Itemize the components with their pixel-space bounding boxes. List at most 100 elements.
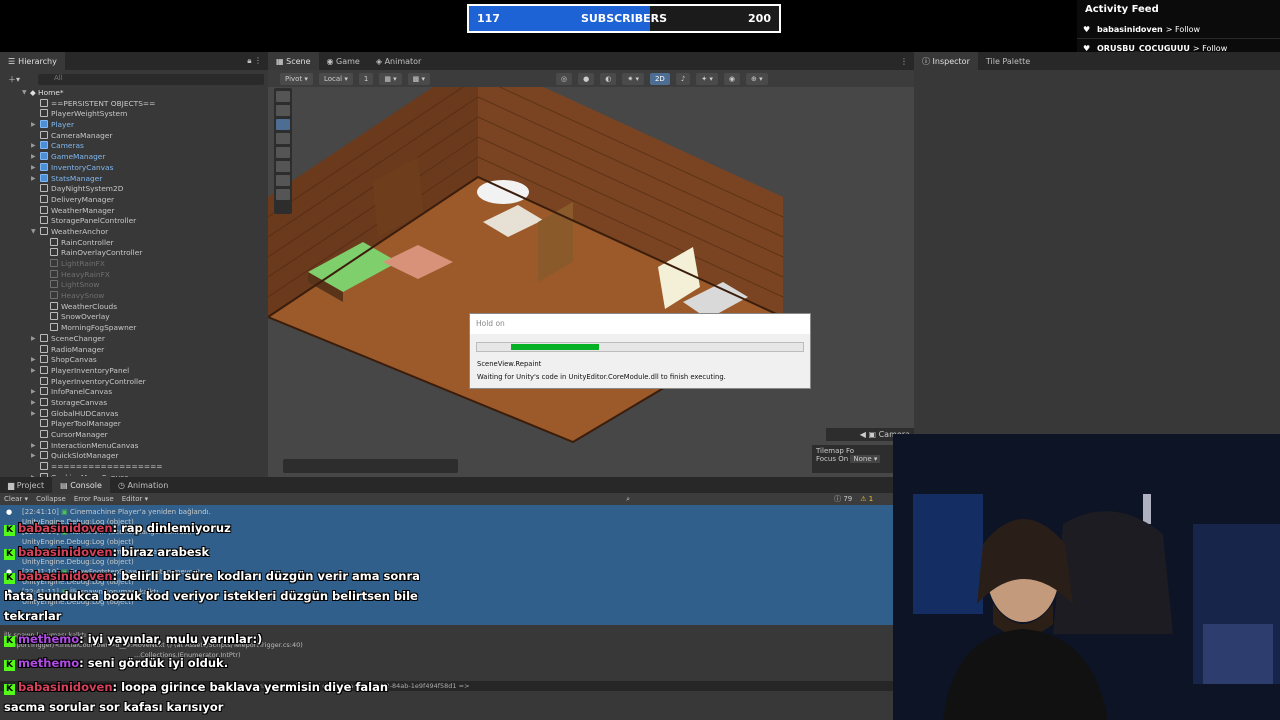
focus-on-dropdown[interactable]: None ▾: [850, 455, 881, 463]
collapse-button[interactable]: Collapse: [36, 495, 66, 503]
hierarchy-item[interactable]: ▶ InteractionMenuCanvas: [0, 440, 268, 452]
gameobject-icon: [40, 430, 48, 438]
chevron-right-icon[interactable]: ▶: [31, 163, 36, 174]
hierarchy-item[interactable]: PlayerToolManager: [0, 419, 268, 430]
chevron-right-icon[interactable]: ▶: [31, 398, 36, 409]
local-dropdown[interactable]: Local ▾: [318, 72, 353, 85]
chevron-right-icon[interactable]: ▶: [31, 174, 36, 185]
info-count-badge[interactable]: ⓘ 79: [834, 494, 852, 504]
grid-snap-icon[interactable]: ▩ ▾: [407, 72, 431, 85]
hierarchy-item[interactable]: ==PERSISTENT OBJECTS==: [0, 98, 268, 110]
console-log-line[interactable]: ● [22:41:10] ▣ Cinemachine Player'a yenid…: [0, 507, 893, 517]
gameobject-icon: [40, 408, 48, 417]
chevron-right-icon[interactable]: ▶: [31, 141, 36, 152]
gizmos-icon[interactable]: ⊕ ▾: [746, 72, 768, 85]
hierarchy-item[interactable]: ▶ ShopCanvas: [0, 355, 268, 366]
hierarchy-item[interactable]: CursorManager: [0, 430, 268, 441]
hierarchy-item[interactable]: ▶ SceneChanger: [0, 333, 268, 345]
rect-tool-icon[interactable]: [276, 161, 290, 172]
lighting-icon[interactable]: ✷ ▾: [622, 72, 644, 85]
hierarchy-item[interactable]: DayNightSystem2D: [0, 184, 268, 195]
hierarchy-item[interactable]: HeavySnow: [0, 291, 268, 302]
audio-icon[interactable]: ♪: [675, 72, 691, 85]
shading-icon[interactable]: ●: [578, 72, 595, 85]
chevron-right-icon[interactable]: ▶: [31, 334, 36, 345]
snap-field[interactable]: 1: [358, 72, 374, 85]
add-icon[interactable]: ＋▾: [8, 74, 20, 85]
hand-tool-icon[interactable]: [276, 105, 290, 116]
tab-game[interactable]: ◉ Game: [319, 52, 368, 70]
tab-console[interactable]: ▤ Console: [52, 476, 110, 494]
hierarchy-item[interactable]: ▶ Cameras: [0, 141, 268, 152]
hierarchy-item[interactable]: StoragePanelController: [0, 216, 268, 227]
move-tool-icon[interactable]: [276, 119, 290, 130]
clear-button[interactable]: Clear ▾: [4, 495, 28, 503]
hierarchy-item[interactable]: RainController: [0, 237, 268, 249]
lock-icon[interactable]: 🔒︎ ⋮: [247, 56, 262, 66]
tab-scene[interactable]: ▦ Scene: [268, 52, 319, 70]
hierarchy-item[interactable]: CameraManager: [0, 130, 268, 142]
hierarchy-item[interactable]: WeatherManager: [0, 205, 268, 217]
hierarchy-item[interactable]: PlayerWeightSystem: [0, 109, 268, 120]
hierarchy-item[interactable]: ▶ Player: [0, 120, 268, 131]
hierarchy-item[interactable]: DeliveryManager: [0, 194, 268, 206]
hierarchy-item-label: PlayerToolManager: [51, 419, 121, 429]
hierarchy-item[interactable]: ▶ InfoPanelCanvas: [0, 387, 268, 398]
more-icon[interactable]: ⋮: [900, 57, 908, 66]
warning-count-badge[interactable]: ⚠ 1: [860, 495, 873, 503]
scene-viewport[interactable]: [268, 87, 914, 477]
render-mode-icon[interactable]: ◐: [600, 72, 617, 85]
hierarchy-item[interactable]: RainOverlayController: [0, 248, 268, 259]
pivot-dropdown[interactable]: Pivot ▾: [280, 72, 313, 85]
hierarchy-item[interactable]: ▶ GameManager: [0, 152, 268, 163]
grid-icon[interactable]: ▦ ▾: [379, 72, 402, 85]
hierarchy-item[interactable]: ▶ InventoryCanvas: [0, 162, 268, 174]
hierarchy-item[interactable]: ▶ PlayerInventoryPanel: [0, 365, 268, 377]
hierarchy-item[interactable]: HeavyRainFX: [0, 269, 268, 281]
editor-dropdown[interactable]: Editor ▾: [122, 495, 148, 503]
chevron-right-icon[interactable]: ▶: [31, 120, 36, 131]
chevron-right-icon[interactable]: ▶: [31, 441, 36, 452]
hierarchy-item[interactable]: ==================: [0, 462, 268, 473]
chevron-right-icon[interactable]: ▶: [31, 451, 36, 462]
chevron-down-icon[interactable]: ▼: [31, 227, 36, 238]
view-tool-icon[interactable]: [276, 91, 290, 102]
hierarchy-item[interactable]: LightSnow: [0, 280, 268, 291]
custom-tool-icon[interactable]: [276, 189, 290, 200]
error-pause-button[interactable]: Error Pause: [74, 495, 114, 503]
hierarchy-item[interactable]: ▼ WeatherAnchor: [0, 226, 268, 238]
hierarchy-item[interactable]: PlayerInventoryController: [0, 376, 268, 388]
hierarchy-item[interactable]: ▶ GlobalHUDCanvas: [0, 408, 268, 420]
tab-inspector[interactable]: ⓘ Inspector: [914, 52, 978, 70]
chevron-right-icon[interactable]: ▶: [31, 355, 36, 366]
chevron-right-icon[interactable]: ▶: [31, 152, 36, 163]
rotate-tool-icon[interactable]: [276, 133, 290, 144]
scale-tool-icon[interactable]: [276, 147, 290, 158]
tab-animator[interactable]: ◈ Animator: [368, 52, 429, 70]
tab-animation[interactable]: ◷ Animation: [110, 476, 176, 494]
hierarchy-item[interactable]: RadioManager: [0, 344, 268, 356]
chevron-right-icon[interactable]: ▶: [31, 409, 36, 420]
chevron-right-icon[interactable]: ▶: [31, 387, 36, 398]
console-search-icon[interactable]: ⌕: [626, 495, 630, 504]
tab-tile-palette[interactable]: Tile Palette: [978, 52, 1038, 70]
hierarchy-item[interactable]: MorningFogSpawner: [0, 323, 268, 334]
tab-project[interactable]: ▆ Project: [0, 476, 52, 494]
hierarchy-item[interactable]: ▶ QuickSlotManager: [0, 451, 268, 462]
tab-hierarchy[interactable]: ☰ Hierarchy: [0, 52, 65, 70]
visibility-icon[interactable]: ◉: [723, 72, 740, 85]
effects-icon[interactable]: ✦ ▾: [696, 72, 718, 85]
toggle-2d-button[interactable]: 2D: [649, 72, 670, 85]
hierarchy-item[interactable]: LightRainFX: [0, 259, 268, 270]
scene-root[interactable]: ▼ ◆ Home*: [0, 88, 268, 99]
dialog-line-2: Waiting for Unity's code in UnityEditor.…: [477, 373, 726, 381]
transform-tool-icon[interactable]: [276, 175, 290, 186]
hierarchy-item[interactable]: ▶ StatsManager: [0, 173, 268, 185]
hierarchy-item[interactable]: WeatherClouds: [0, 301, 268, 313]
hierarchy-item[interactable]: ▶ StorageCanvas: [0, 397, 268, 409]
chevron-right-icon[interactable]: ▶: [31, 366, 36, 377]
hierarchy-search-input[interactable]: All: [38, 73, 264, 85]
globe-icon[interactable]: ◎: [556, 72, 573, 85]
hierarchy-item[interactable]: SnowOverlay: [0, 312, 268, 323]
scene-tools-bar[interactable]: [283, 459, 458, 473]
